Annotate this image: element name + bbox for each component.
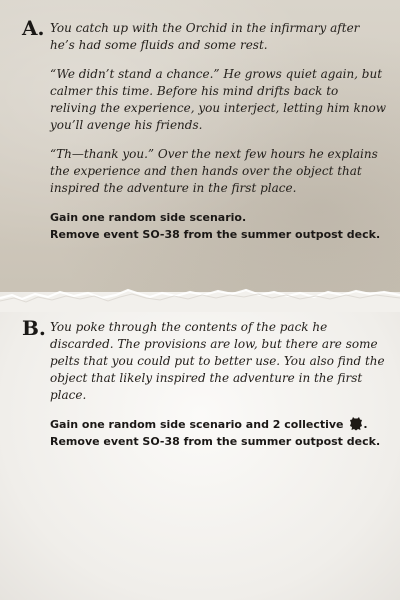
- option-a-effects: Gain one random side scenario. Remove ev…: [50, 209, 386, 243]
- option-b-effect-2: Remove event SO-38 from the summer outpo…: [50, 435, 381, 448]
- option-a-paragraph-3: “Th—thank you.” Over the next few hours …: [50, 147, 378, 195]
- pelt-icon: [350, 417, 363, 431]
- torn-paper-edge: [0, 288, 400, 312]
- option-b-effect-1: Gain one random side scenario and 2 coll…: [50, 416, 386, 433]
- option-b-effects: Gain one random side scenario and 2 coll…: [50, 416, 386, 450]
- option-b-body: You poke through the contents of the pac…: [50, 319, 386, 450]
- option-a-body: You catch up with the Orchid in the infi…: [50, 20, 386, 243]
- option-a-paragraph-2: “We didn’t stand a chance.” He grows qui…: [50, 67, 386, 132]
- option-a-paragraph-1: You catch up with the Orchid in the infi…: [50, 21, 360, 52]
- option-b-effect-1-text: Gain one random side scenario and 2 coll…: [50, 418, 344, 431]
- option-b-paragraph-1: You poke through the contents of the pac…: [50, 320, 385, 402]
- option-b-effect-1-suffix: .: [363, 418, 368, 431]
- option-b-letter: B.: [22, 316, 46, 340]
- option-a-effect-1: Gain one random side scenario.: [50, 211, 247, 224]
- option-a-letter: A.: [22, 16, 45, 40]
- option-a-effect-2: Remove event SO-38 from the summer outpo…: [50, 228, 381, 241]
